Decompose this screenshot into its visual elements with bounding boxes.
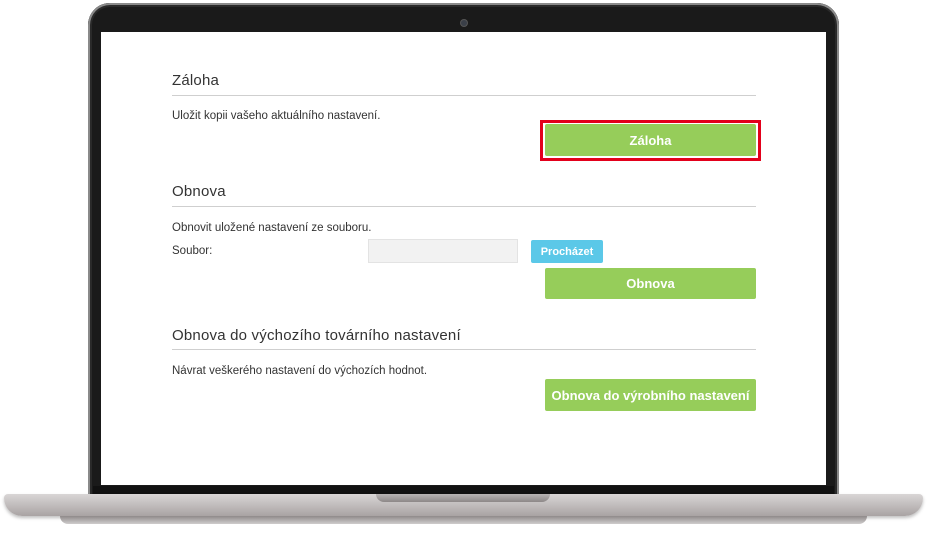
laptop-hinge-notch [376, 494, 550, 502]
backup-button[interactable]: Záloha [545, 124, 756, 156]
restore-section-title: Obnova [172, 183, 226, 200]
webcam-icon [461, 20, 467, 26]
backup-divider [172, 95, 756, 96]
laptop-base-shadow [60, 516, 867, 524]
restore-button[interactable]: Obnova [545, 268, 756, 299]
file-label: Soubor: [172, 245, 213, 257]
factory-section-title: Obnova do výchozího továrního nastavení [172, 327, 461, 344]
factory-description: Návrat veškerého nastavení do výchozích … [172, 365, 428, 377]
factory-divider [172, 349, 756, 350]
browse-button[interactable]: Procházet [531, 240, 603, 263]
backup-section-title: Záloha [172, 72, 220, 89]
restore-description: Obnovit uložené nastavení ze souboru. [172, 222, 372, 234]
backup-description: Uložit kopii vašeho aktuálního nastavení… [172, 110, 381, 122]
file-path-field[interactable] [368, 239, 518, 263]
factory-reset-button[interactable]: Obnova do výrobního nastavení [545, 379, 756, 411]
laptop-screen: Záloha Uložit kopii vašeho aktuálního na… [101, 32, 826, 485]
restore-divider [172, 206, 756, 207]
